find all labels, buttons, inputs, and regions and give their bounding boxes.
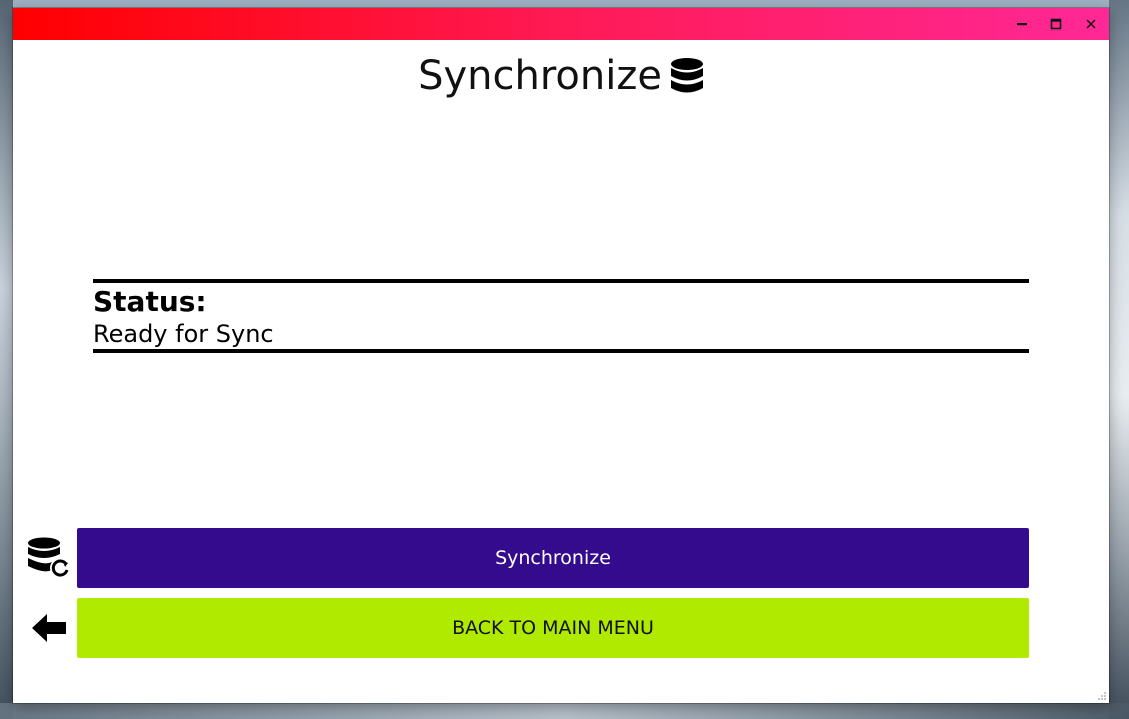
app-window: Synchronize Status: Ready for Sync Synch… [13, 8, 1109, 703]
close-icon [1086, 19, 1096, 29]
minimize-icon [1017, 23, 1027, 26]
status-top-divider [93, 279, 1029, 283]
synchronize-button-label: Synchronize [495, 547, 611, 569]
title-bar[interactable] [13, 8, 1109, 40]
status-label: Status: [93, 285, 207, 318]
page-title-text: Synchronize [418, 53, 662, 99]
background-mountains-right [1109, 0, 1129, 719]
close-button[interactable] [1074, 8, 1108, 40]
minimize-button[interactable] [1005, 8, 1039, 40]
status-value: Ready for Sync [93, 320, 274, 348]
database-sync-icon [28, 537, 70, 578]
back-action-icon [25, 604, 73, 652]
back-button-label: BACK TO MAIN MENU [452, 617, 654, 639]
status-bottom-divider [93, 349, 1029, 353]
page-title: Synchronize [13, 52, 1109, 100]
arrow-left-icon [32, 614, 66, 642]
maximize-button[interactable] [1039, 8, 1073, 40]
resize-grip-icon[interactable] [1097, 691, 1107, 701]
synchronize-button[interactable]: Synchronize [77, 528, 1029, 588]
sync-action-icon [25, 534, 73, 582]
maximize-icon [1050, 18, 1062, 30]
database-icon [670, 58, 703, 93]
background-mountains [0, 0, 13, 719]
back-to-main-menu-button[interactable]: BACK TO MAIN MENU [77, 598, 1029, 658]
background-mountains-bottom [0, 703, 1129, 719]
